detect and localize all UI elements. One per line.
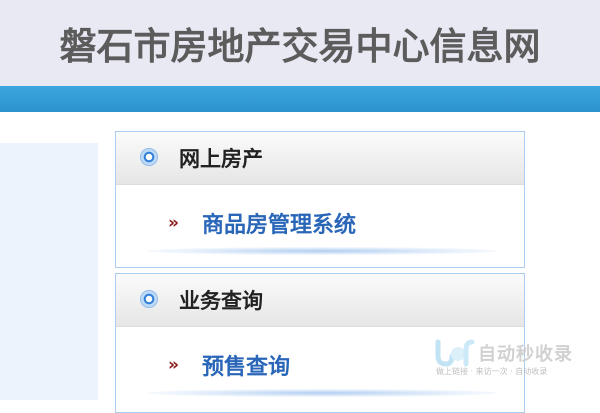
link-label[interactable]: 预售查询 bbox=[202, 349, 290, 381]
watermark: 自动秒收录 做上链接 · 来访一次 · 自动收录 bbox=[430, 336, 600, 386]
section-header: 网上房产 bbox=[116, 132, 524, 185]
site-header: 磐石市房地产交易中心信息网 bbox=[0, 0, 600, 86]
section-online-property: 网上房产 » 商品房管理系统 bbox=[115, 131, 525, 268]
logo-icon bbox=[435, 339, 475, 367]
section-body: » 商品房管理系统 bbox=[116, 185, 524, 267]
link-commercial-housing-system[interactable]: » 商品房管理系统 bbox=[116, 203, 524, 243]
section-title: 网上房产 bbox=[179, 147, 263, 171]
bullet-icon bbox=[141, 291, 157, 307]
site-title: 磐石市房地产交易中心信息网 bbox=[59, 25, 541, 68]
section-header: 业务查询 bbox=[116, 274, 524, 327]
left-sidebar-panel bbox=[0, 143, 98, 400]
link-underline-glow bbox=[146, 247, 498, 255]
chevron-icon: » bbox=[168, 213, 179, 233]
link-label[interactable]: 商品房管理系统 bbox=[202, 207, 356, 239]
watermark-title: 自动秒收录 bbox=[478, 344, 573, 365]
bullet-icon bbox=[141, 149, 157, 165]
watermark-subtitle: 做上链接 · 来访一次 · 自动收录 bbox=[436, 367, 548, 376]
chevron-icon: » bbox=[168, 355, 179, 375]
nav-bar bbox=[0, 86, 600, 112]
link-underline-glow bbox=[146, 389, 498, 397]
section-title: 业务查询 bbox=[179, 289, 263, 313]
